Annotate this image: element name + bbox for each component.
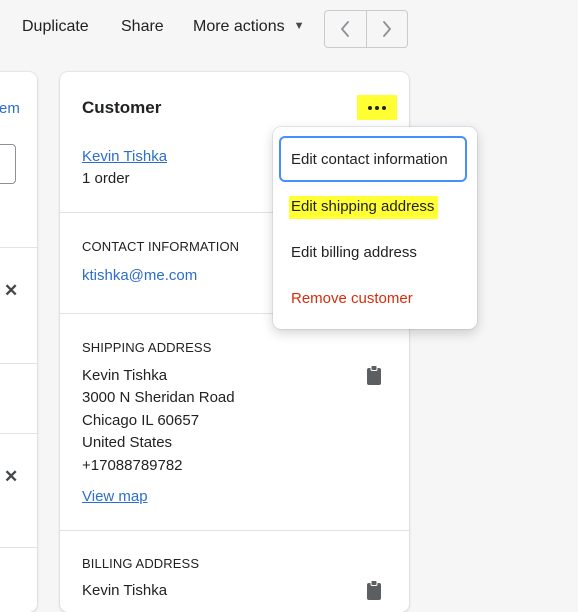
more-options-button[interactable] [357, 95, 397, 120]
left-card-link[interactable]: em [0, 100, 20, 117]
menu-item-remove-customer[interactable]: Remove customer [291, 290, 413, 307]
caret-down-icon: ▼ [293, 20, 305, 32]
more-actions-label: More actions [193, 18, 285, 35]
more-actions-button[interactable]: More actions ▼ [193, 18, 304, 36]
duplicate-button[interactable]: Duplicate [22, 18, 89, 36]
divider [0, 247, 37, 248]
customer-name-link[interactable]: Kevin Tishka [82, 148, 167, 165]
chevron-left-icon [341, 21, 350, 37]
close-icon[interactable]: ✕ [4, 281, 18, 301]
page-actions-bar: Duplicate Share More actions ▼ [0, 0, 578, 60]
left-card-input[interactable] [0, 144, 16, 184]
shipping-street: 3000 N Sheridan Road [82, 389, 235, 406]
clipboard-icon[interactable] [366, 580, 382, 600]
shipping-country: United States [82, 434, 173, 451]
billing-address-heading: BILLING ADDRESS [82, 556, 200, 571]
clipboard-icon[interactable] [366, 365, 382, 385]
shipping-address-heading: SHIPPING ADDRESS [82, 340, 212, 355]
shipping-phone: +17088789782 [82, 457, 183, 474]
card-title: Customer [82, 98, 162, 117]
next-button[interactable] [365, 11, 408, 47]
close-icon[interactable]: ✕ [4, 467, 18, 487]
view-map-link[interactable]: View map [82, 488, 148, 505]
divider [0, 363, 37, 364]
menu-item-edit-billing[interactable]: Edit billing address [291, 244, 417, 261]
email-link[interactable]: ktishka@me.com [82, 267, 197, 284]
menu-item-edit-shipping-label: Edit shipping address [289, 196, 439, 219]
menu-item-edit-shipping[interactable]: Edit shipping address [289, 196, 439, 219]
shipping-name: Kevin Tishka [82, 367, 168, 384]
more-horizontal-icon [382, 105, 386, 110]
chevron-right-icon [382, 21, 391, 37]
share-button[interactable]: Share [121, 18, 164, 36]
previous-button[interactable] [325, 11, 366, 47]
order-items-card: em ✕ ✕ [0, 72, 37, 612]
more-horizontal-icon [368, 105, 372, 110]
divider [0, 547, 37, 548]
billing-name: Kevin Tishka [82, 582, 168, 599]
menu-item-edit-contact[interactable]: Edit contact information [291, 151, 448, 168]
customer-actions-menu: Edit contact information Edit shipping a… [273, 127, 477, 329]
divider [60, 530, 409, 531]
pagination [324, 10, 408, 48]
shipping-city: Chicago IL 60657 [82, 412, 200, 429]
contact-information-heading: CONTACT INFORMATION [82, 239, 240, 254]
divider [0, 433, 37, 434]
order-count: 1 order [82, 170, 130, 187]
more-horizontal-icon [375, 105, 379, 110]
